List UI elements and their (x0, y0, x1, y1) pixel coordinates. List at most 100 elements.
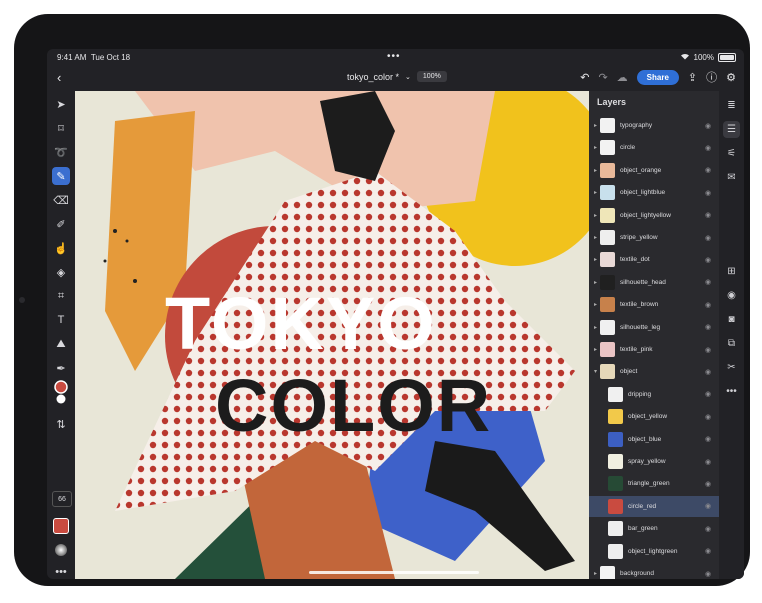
more-tools-icon[interactable]: ••• (52, 563, 70, 579)
layer-row-typography[interactable]: ▸ typography ◉ (589, 115, 719, 136)
eye-icon[interactable]: ◉ (705, 435, 719, 443)
layer-thumbnail (600, 185, 615, 201)
layer-row-textile-brown[interactable]: ▸ textile_brown ◉ (589, 294, 719, 315)
type-icon[interactable]: T (52, 311, 70, 329)
transform-icon[interactable]: ⌑ (52, 119, 70, 137)
eye-icon[interactable]: ◉ (705, 390, 719, 398)
chevron-right-icon[interactable]: ▸ (591, 279, 600, 286)
layer-row-object-orange[interactable]: ▸ object_orange ◉ (589, 160, 719, 181)
brush-softness-icon[interactable] (52, 541, 70, 559)
layer-thumbnail (600, 230, 615, 245)
eyedropper-icon[interactable]: ✒ (52, 359, 70, 377)
multitasking-dots-icon[interactable]: ••• (387, 51, 401, 62)
cloud-icon[interactable]: ☁ (617, 71, 628, 84)
eye-icon[interactable]: ◉ (705, 122, 719, 130)
share-button[interactable]: Share (636, 69, 679, 85)
layer-list-icon[interactable]: ☰ (723, 121, 740, 138)
layer-row-object[interactable]: ▾ object ◉ (589, 361, 719, 382)
undo-icon[interactable]: ↶ (580, 71, 589, 84)
visibility-eye-icon[interactable]: ◉ (723, 287, 740, 304)
eye-icon[interactable]: ◉ (705, 234, 719, 242)
layer-row-circle[interactable]: ▸ circle ◉ (589, 137, 719, 158)
layer-row-object-lightyellow[interactable]: ▸ object_lightyellow ◉ (589, 205, 719, 226)
layer-row-stripe-yellow[interactable]: ▸ stripe_yellow ◉ (589, 227, 719, 248)
layer-row-background[interactable]: ▸ background ◉ (589, 563, 719, 579)
comments-icon[interactable]: ✉ (723, 169, 740, 186)
paint-bucket-icon[interactable]: ◈ (52, 263, 70, 281)
fx-brush-icon[interactable]: ✂ (723, 359, 740, 376)
lasso-icon[interactable]: ➰ (52, 143, 70, 161)
artwork-canvas[interactable]: TOKYO COLOR (75, 91, 589, 579)
brush-icon[interactable]: ✎ (52, 167, 70, 185)
chevron-right-icon[interactable]: ▸ (591, 324, 600, 331)
brush-size-field[interactable]: 66 (52, 491, 72, 507)
eye-icon[interactable]: ◉ (705, 301, 719, 309)
crop-icon[interactable]: ⌗ (52, 287, 70, 305)
right-toolbar: ≣ ☰ ⚟ ✉ ⊞ ◉ ◙ ⧉ ✂ ••• (719, 91, 744, 579)
chevron-right-icon[interactable]: ▸ (591, 301, 600, 308)
layer-row-object-yellow[interactable]: object_yellow ◉ (589, 406, 719, 427)
eye-icon[interactable]: ◉ (705, 480, 719, 488)
place-image-icon[interactable]: ⛰ (52, 335, 70, 353)
eraser-icon[interactable]: ⌫ (52, 191, 70, 209)
settings-gear-icon[interactable]: ⚙ (726, 71, 736, 84)
eye-icon[interactable]: ◉ (705, 323, 719, 331)
layer-row-spray-yellow[interactable]: spray_yellow ◉ (589, 451, 719, 472)
healing-brush-icon[interactable]: ✐ (52, 215, 70, 233)
layer-row-silhouette-leg[interactable]: ▸ silhouette_leg ◉ (589, 317, 719, 338)
help-icon[interactable]: ⓘ (706, 69, 717, 85)
layer-row-triangle-green[interactable]: triangle_green ◉ (589, 473, 719, 494)
layer-name: textile_brown (620, 301, 659, 309)
chevron-right-icon[interactable]: ▸ (591, 234, 600, 241)
eye-icon[interactable]: ◉ (705, 346, 719, 354)
layer-row-object-blue[interactable]: object_blue ◉ (589, 429, 719, 450)
smudge-icon[interactable]: ☝ (52, 239, 70, 257)
adjustments-icon[interactable]: ⚟ (723, 145, 740, 162)
layer-row-textile-pink[interactable]: ▸ textile_pink ◉ (589, 339, 719, 360)
brush-color-chip[interactable] (52, 517, 70, 535)
chevron-right-icon[interactable]: ▸ (591, 256, 600, 263)
layer-row-textile-dot[interactable]: ▸ textile_dot ◉ (589, 249, 719, 270)
chevron-right-icon[interactable]: ▸ (591, 189, 600, 196)
swap-icon[interactable]: ⇅ (52, 415, 70, 433)
mask-icon[interactable]: ◙ (723, 311, 740, 328)
eye-icon[interactable]: ◉ (705, 458, 719, 466)
add-layer-icon[interactable]: ⊞ (723, 263, 740, 280)
eye-icon[interactable]: ◉ (705, 502, 719, 510)
eye-icon[interactable]: ◉ (705, 189, 719, 197)
chevron-right-icon[interactable]: ▸ (591, 570, 600, 577)
layer-row-object-lightblue[interactable]: ▸ object_lightblue ◉ (589, 182, 719, 203)
back-chevron-icon[interactable]: ‹ (57, 70, 61, 85)
chevron-right-icon[interactable]: ▸ (591, 144, 600, 151)
eye-icon[interactable]: ◉ (705, 547, 719, 555)
color-swatch[interactable] (52, 380, 70, 404)
export-icon[interactable]: ⇪ (688, 71, 697, 84)
redo-icon[interactable]: ↷ (598, 71, 607, 84)
layer-row-silhouette-head[interactable]: ▸ silhouette_head ◉ (589, 272, 719, 293)
eye-icon[interactable]: ◉ (705, 144, 719, 152)
layer-row-bar-green[interactable]: bar_green ◉ (589, 518, 719, 539)
chevron-down-icon[interactable]: ⌄ (405, 73, 411, 81)
more-options-icon[interactable]: ••• (723, 383, 740, 400)
chevron-down-icon[interactable]: ▾ (591, 368, 600, 375)
eye-icon[interactable]: ◉ (705, 166, 719, 174)
zoom-level[interactable]: 100% (416, 71, 447, 82)
layer-row-object-lightgreen[interactable]: object_lightgreen ◉ (589, 541, 719, 562)
clipping-icon[interactable]: ⧉ (723, 335, 740, 352)
chevron-right-icon[interactable]: ▸ (591, 167, 600, 174)
layer-row-dripping[interactable]: dripping ◉ (589, 384, 719, 405)
eye-icon[interactable]: ◉ (705, 368, 719, 376)
eye-icon[interactable]: ◉ (705, 570, 719, 578)
chevron-right-icon[interactable]: ▸ (591, 212, 600, 219)
chevron-right-icon[interactable]: ▸ (591, 122, 600, 129)
chevron-right-icon[interactable]: ▸ (591, 346, 600, 353)
eye-icon[interactable]: ◉ (705, 413, 719, 421)
eye-icon[interactable]: ◉ (705, 211, 719, 219)
eye-icon[interactable]: ◉ (705, 525, 719, 533)
select-arrow-icon[interactable]: ➤ (52, 95, 70, 113)
eye-icon[interactable]: ◉ (705, 256, 719, 264)
layer-row-circle-red[interactable]: circle_red ◉ (589, 495, 719, 517)
eye-icon[interactable]: ◉ (705, 278, 719, 286)
layers-stack-icon[interactable]: ≣ (723, 97, 740, 114)
document-title[interactable]: tokyo_color * (347, 72, 399, 82)
